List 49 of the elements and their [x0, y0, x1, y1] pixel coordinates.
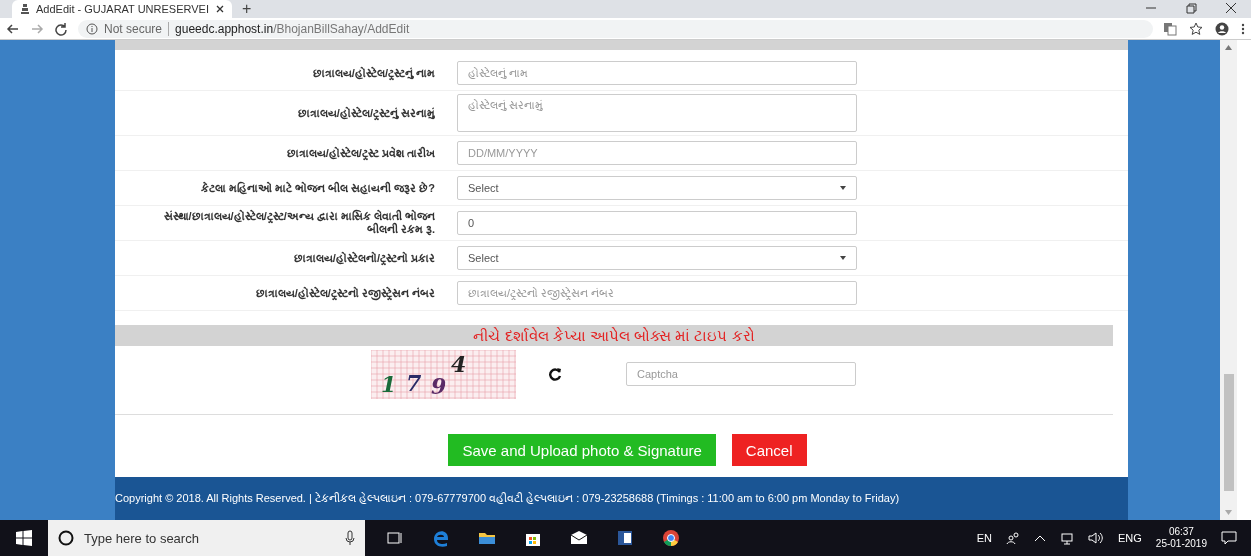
text-input-field[interactable]: 0	[457, 211, 857, 235]
language-indicator[interactable]: EN	[976, 532, 992, 544]
field-label: કેટલા મહિનાઓ માટે ભોજન બીલ સહાયની જરૂર છે?	[199, 181, 435, 195]
cancel-button[interactable]: Cancel	[731, 434, 807, 466]
field-label: છાત્રાલય/હોસ્ટેલનો/ટ્રસ્ટનો પ્રકાર	[292, 251, 435, 265]
scroll-up-icon[interactable]	[1225, 45, 1232, 50]
reload-icon[interactable]	[54, 21, 68, 36]
field-label: છાત્રાલય/હોસ્ટેલ/ટ્રસ્ટનું સરનામું	[296, 106, 435, 120]
caret-icon	[840, 186, 846, 190]
people-icon[interactable]	[1006, 531, 1020, 545]
scroll-thumb[interactable]	[1223, 374, 1234, 491]
word-document-icon[interactable]	[615, 528, 635, 548]
browser-tab[interactable]: AddEdit - GUJARAT UNRESERVEI	[12, 0, 232, 18]
network-icon[interactable]	[1060, 531, 1074, 545]
menu-icon[interactable]	[1241, 21, 1245, 36]
caret-icon	[840, 256, 846, 260]
microphone-icon[interactable]	[345, 530, 355, 546]
emblem-icon	[20, 3, 30, 15]
field-label: છાત્રાલય/હોસ્ટેલ/ટ્રસ્ટ પ્રવેશ તારીખ	[285, 146, 435, 160]
field-label: છાત્રાલય/હોસ્ટેલ/ટ્રસ્ટનું નામ	[311, 66, 435, 80]
captcha-image: 1 7 9 4	[371, 349, 516, 399]
info-icon[interactable]	[86, 22, 98, 35]
account-icon[interactable]	[1215, 21, 1229, 36]
refresh-icon[interactable]	[548, 367, 562, 381]
footer-text: Copyright © 2018. All Rights Reserved. | ટેકનીકલ હેલ્પલાઇન : 079-67779700 વહીવટી હેલ્પલાઇન : 079-23258688 (Timings : 11:00 am to 6:00 pm Monday to Friday)	[115, 492, 900, 505]
address-bar[interactable]: Not secure gueedc.apphost.in/BhojanBillSahay/AddEdit	[78, 19, 1153, 38]
notification-icon[interactable]	[1221, 531, 1237, 545]
back-arrow-icon[interactable]	[6, 21, 20, 36]
edge-browser-icon[interactable]	[431, 528, 451, 548]
security-label: Not secure	[104, 21, 170, 36]
url-text: gueedc.apphost.in/BhojanBillSahay/AddEdit	[175, 21, 410, 36]
captcha-instruction: નીચે દર્શાવેલ કેપ્ચા આપેલ બોક્સ માં ટાઇપ કરો	[473, 326, 755, 345]
chrome-browser-icon[interactable]	[661, 528, 681, 548]
speaker-icon[interactable]	[1088, 531, 1104, 545]
scrollbar[interactable]	[1220, 40, 1237, 520]
dropdown-select[interactable]: Select	[457, 176, 857, 200]
new-tab-button[interactable]: +	[242, 0, 252, 18]
circle-icon	[58, 530, 74, 546]
field-label: છાત્રાલય/હોસ્ટેલ/ટ્રસ્ટનો રજીસ્ટ્રેસન નંબર	[254, 286, 435, 300]
taskbar-search-field[interactable]: Type here to search	[48, 520, 365, 556]
star-icon[interactable]	[1189, 21, 1203, 36]
language-indicator[interactable]: ENG	[1118, 532, 1142, 544]
close-icon[interactable]	[216, 5, 224, 13]
windows-start-icon[interactable]	[16, 530, 32, 546]
dropdown-select[interactable]: Select	[457, 246, 857, 270]
translate-icon[interactable]	[1163, 21, 1177, 36]
field-label: સંસ્થા/છાત્રાલય/હોસ્ટેલ/ટ્રસ્ટ/અન્ય દ્વારા માસિક લેવાતી ભોજન બીલની રકમ રૂ.	[162, 210, 435, 236]
clock[interactable]: 06:37 25-01-2019	[1155, 526, 1207, 550]
chevron-up-icon[interactable]	[1034, 534, 1046, 542]
